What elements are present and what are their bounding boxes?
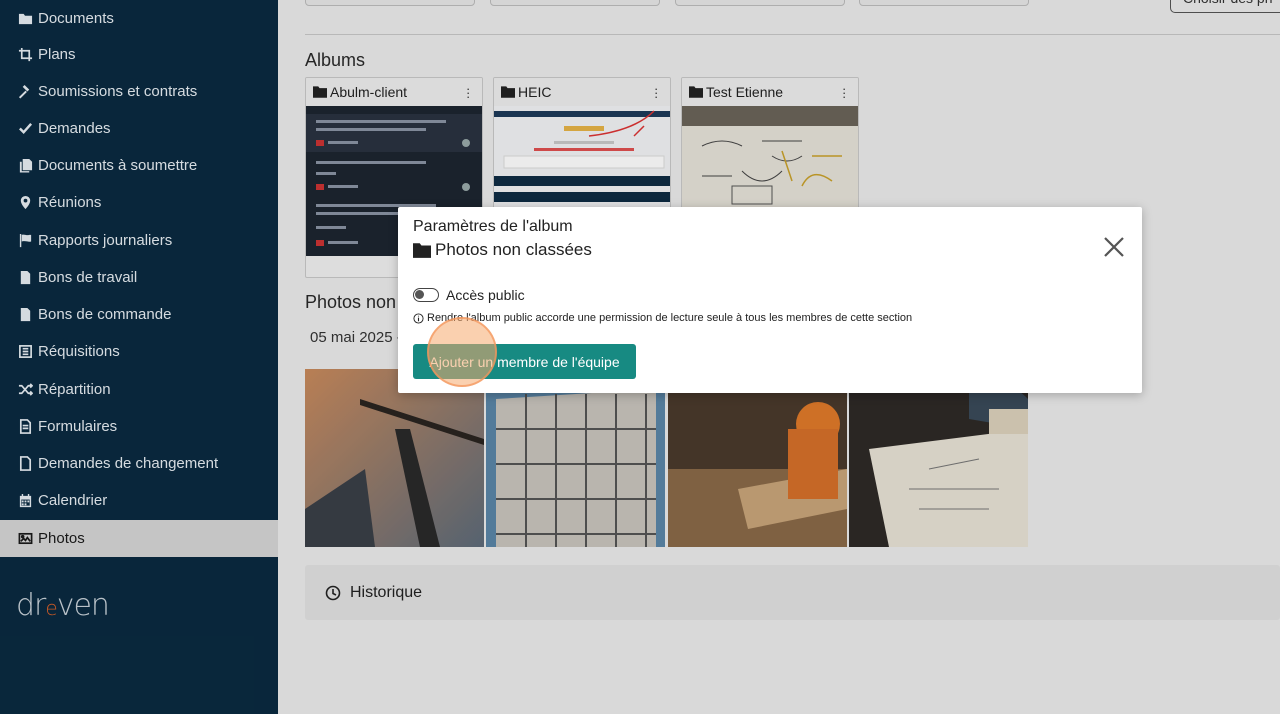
close-icon[interactable] bbox=[1103, 236, 1125, 258]
folder-icon bbox=[413, 242, 431, 258]
modal-album-name: Photos non classées bbox=[413, 240, 592, 260]
info-text: Rendre l'album public accorde une permis… bbox=[427, 312, 913, 324]
album-settings-modal: Paramètres de l'album Photos non classée… bbox=[398, 207, 1142, 393]
toggle-knob bbox=[415, 290, 424, 299]
public-access-toggle[interactable] bbox=[413, 288, 439, 302]
info-icon bbox=[413, 312, 424, 324]
album-name-text: Photos non classées bbox=[435, 240, 592, 259]
public-access-label: Accès public bbox=[446, 287, 525, 303]
modal-title: Paramètres de l'album bbox=[413, 218, 573, 235]
info-note: Rendre l'album public accorde une permis… bbox=[413, 312, 912, 324]
click-indicator bbox=[427, 317, 497, 387]
